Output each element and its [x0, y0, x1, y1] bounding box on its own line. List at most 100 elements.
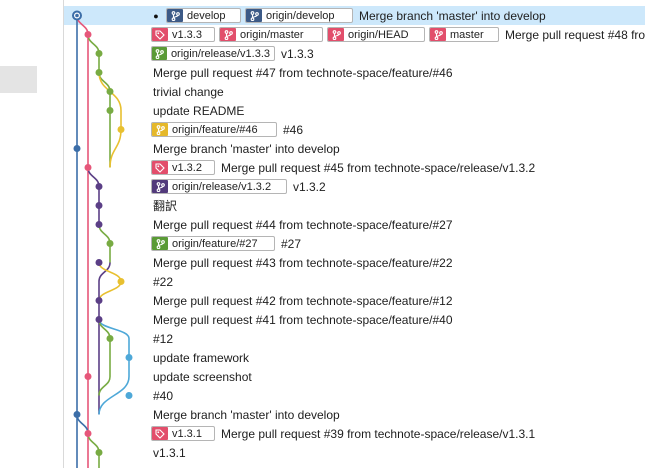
commit-row[interactable]: Merge pull request #42 from technote-spa…	[64, 291, 645, 310]
commit-row[interactable]: v1.3.1	[64, 443, 645, 462]
graph-edge	[98, 376, 111, 396]
commit-row-content: v1.3.3 origin/master origin/HEAD master Merg…	[151, 25, 645, 44]
branch-label[interactable]: develop	[166, 8, 241, 23]
branch-icon	[152, 237, 168, 250]
commit-row[interactable]: origin/feature/#27 #27	[64, 234, 645, 253]
branch-icon	[152, 123, 168, 136]
graph-node[interactable]	[106, 335, 114, 342]
commit-subject: Merge pull request #45 from technote-spa…	[221, 160, 536, 175]
commit-row[interactable]: v1.3.3 origin/master origin/HEAD master Merg…	[64, 25, 645, 44]
commit-row[interactable]: 翻訳	[64, 196, 645, 215]
commit-row[interactable]: Merge branch 'master' into develop	[64, 139, 645, 158]
commit-row[interactable]: trivial change	[64, 82, 645, 101]
head-indicator: ●	[153, 10, 159, 21]
commit-row-content: #12	[151, 329, 173, 348]
tag-label[interactable]: v1.3.3	[151, 27, 215, 42]
branch-label[interactable]: origin/feature/#27	[151, 236, 275, 251]
graph-node[interactable]	[106, 107, 114, 114]
commit-row[interactable]: origin/release/v1.3.3 v1.3.3	[64, 44, 645, 63]
commit-row-content: v1.3.2 Merge pull request #45 from techno…	[151, 158, 535, 177]
tag-label[interactable]: v1.3.2	[151, 160, 215, 175]
branch-label[interactable]: origin/HEAD	[327, 27, 425, 42]
commit-row[interactable]: origin/feature/#46 #46	[64, 120, 645, 139]
commit-subject: v1.3.2	[293, 179, 326, 194]
commit-row-content: v1.3.1 Merge pull request #39 from techno…	[151, 424, 535, 443]
graph-node[interactable]	[95, 183, 103, 190]
commit-subject: v1.3.3	[281, 46, 314, 61]
graph-node[interactable]	[95, 297, 103, 304]
graph-node[interactable]	[125, 392, 133, 399]
graph-node[interactable]	[95, 50, 103, 57]
commit-row-selected[interactable]: ● develop origin/develop Merge branch 'mast…	[64, 6, 645, 25]
commit-row[interactable]: Merge pull request #43 from technote-spa…	[64, 253, 645, 272]
commit-row-content: Merge pull request #47 from technote-spa…	[151, 63, 453, 82]
graph-edge	[109, 129, 122, 168]
commit-row[interactable]: #12	[64, 329, 645, 348]
graph-edge	[98, 376, 130, 415]
ref-label-text: origin/HEAD	[348, 28, 409, 41]
branch-label[interactable]: master	[429, 27, 499, 42]
commit-row[interactable]: update framework	[64, 348, 645, 367]
commit-row[interactable]: update screenshot	[64, 367, 645, 386]
commit-row-content: origin/release/v1.3.2 v1.3.2	[151, 177, 326, 196]
commit-row[interactable]: Merge pull request #47 from technote-spa…	[64, 63, 645, 82]
commit-subject: #27	[281, 236, 302, 251]
graph-node[interactable]	[84, 373, 92, 380]
commit-row-content: 翻訳	[151, 196, 177, 215]
branch-label[interactable]: origin/release/v1.3.2	[151, 179, 287, 194]
commit-row-content: update framework	[151, 348, 249, 367]
ref-label-text: v1.3.2	[172, 161, 202, 174]
graph-node[interactable]	[117, 278, 125, 285]
graph-node[interactable]	[84, 164, 92, 171]
branch-icon	[167, 9, 183, 22]
commit-row[interactable]: update README	[64, 101, 645, 120]
graph-node[interactable]	[95, 259, 103, 266]
branch-icon	[246, 9, 262, 22]
commit-subject: update framework	[153, 350, 250, 365]
ref-label-text: master	[450, 28, 484, 41]
commit-row-content: update README	[151, 101, 244, 120]
graph-node[interactable]	[106, 88, 114, 95]
ref-label-text: origin/release/v1.3.2	[172, 180, 272, 193]
graph-node[interactable]	[106, 240, 114, 247]
branch-icon	[152, 47, 167, 60]
commit-subject: Merge pull request #39 from technote-spa…	[221, 426, 536, 441]
commit-subject: #12	[153, 331, 174, 346]
commit-row[interactable]: Merge pull request #41 from technote-spa…	[64, 310, 645, 329]
graph-node[interactable]	[95, 449, 103, 456]
graph-node[interactable]	[84, 430, 92, 437]
graph-node[interactable]	[95, 316, 103, 323]
commit-row-content: Merge pull request #44 from technote-spa…	[151, 215, 453, 234]
tag-icon	[152, 427, 168, 440]
branch-label[interactable]: origin/master	[219, 27, 323, 42]
commit-row-content: #40	[151, 386, 173, 405]
commit-row[interactable]: origin/release/v1.3.2 v1.3.2	[64, 177, 645, 196]
tag-icon	[152, 28, 168, 41]
graph-node[interactable]	[125, 354, 133, 361]
commit-row[interactable]: Merge branch 'master' into develop	[64, 405, 645, 424]
graph-node[interactable]	[73, 145, 81, 152]
branch-icon	[152, 180, 168, 193]
branch-label[interactable]: origin/release/v1.3.3	[151, 46, 275, 61]
branch-label[interactable]: origin/feature/#46	[151, 122, 277, 137]
graph-node[interactable]	[117, 126, 125, 133]
graph-node[interactable]	[95, 69, 103, 76]
branch-icon	[328, 28, 344, 41]
commit-subject: Merge pull request #48 from	[505, 27, 645, 42]
commit-row[interactable]: Merge pull request #44 from technote-spa…	[64, 215, 645, 234]
commit-row-content: #22	[151, 272, 173, 291]
ref-label-text: v1.3.3	[172, 28, 202, 41]
graph-node[interactable]	[73, 411, 81, 418]
commit-row[interactable]: v1.3.2 Merge pull request #45 from techno…	[64, 158, 645, 177]
commit-row-content: ● develop origin/develop Merge branch 'mast…	[151, 6, 546, 25]
graph-node[interactable]	[95, 221, 103, 228]
commit-row[interactable]: #40	[64, 386, 645, 405]
commit-row[interactable]: #22	[64, 272, 645, 291]
commit-subject: Merge pull request #42 from technote-spa…	[153, 293, 453, 308]
graph-node[interactable]	[95, 202, 103, 209]
commit-row[interactable]: v1.3.1 Merge pull request #39 from techno…	[64, 424, 645, 443]
graph-node[interactable]	[84, 31, 92, 38]
commit-row-content: Merge branch 'master' into develop	[151, 139, 340, 158]
tag-label[interactable]: v1.3.1	[151, 426, 215, 441]
branch-label[interactable]: origin/develop	[245, 8, 353, 23]
